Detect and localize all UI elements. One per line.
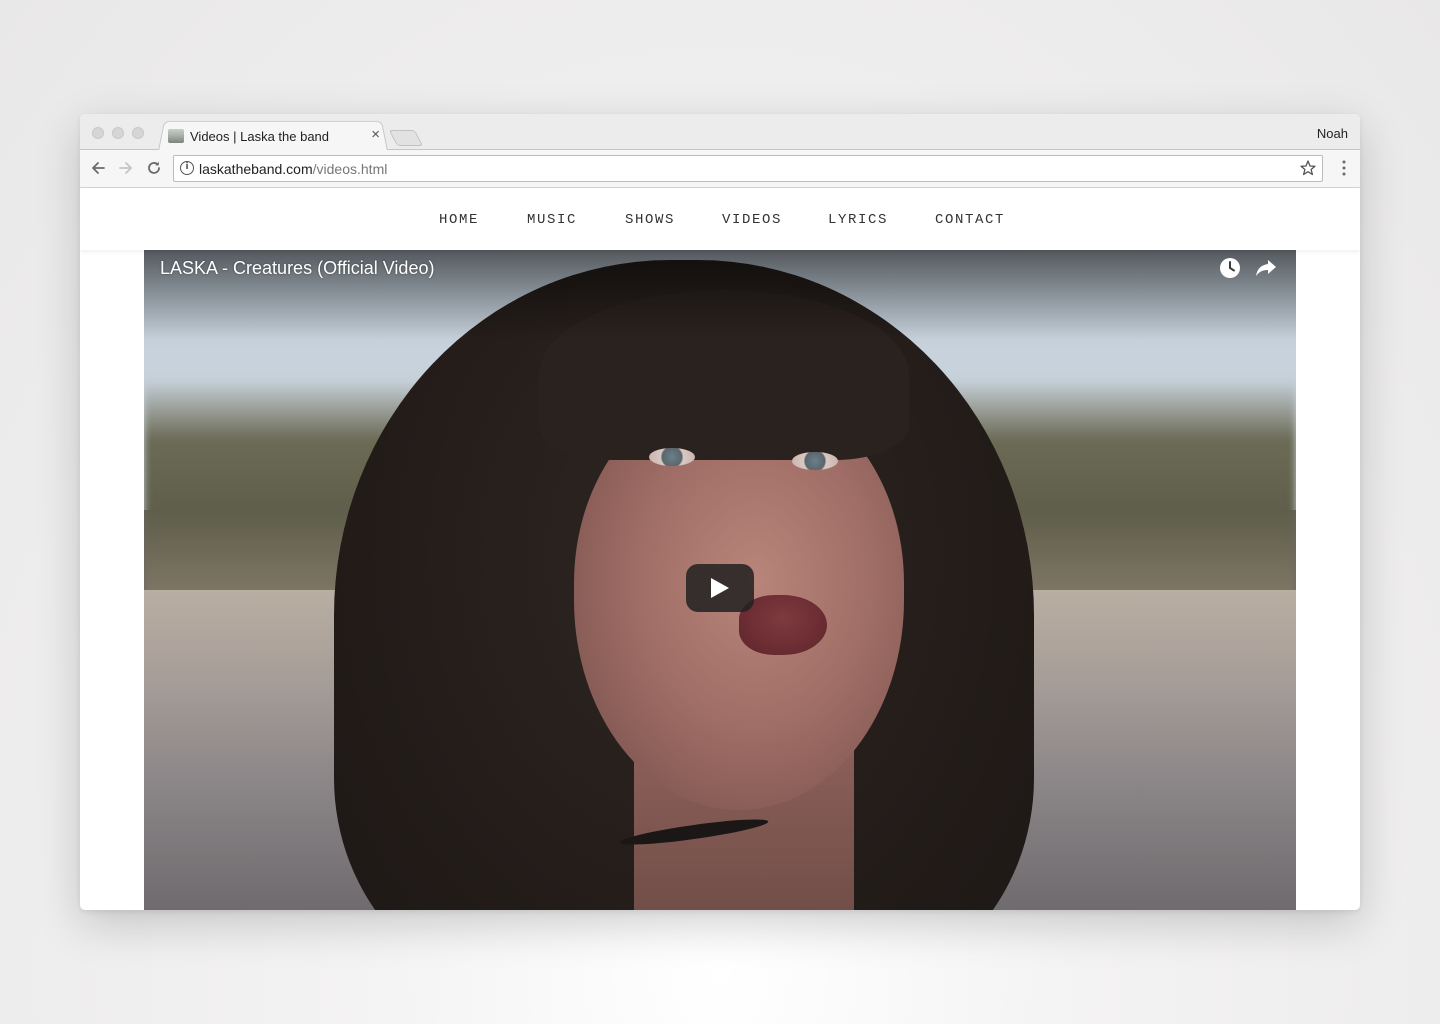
- url-path: /videos.html: [312, 161, 388, 177]
- zoom-window-button[interactable]: [132, 127, 144, 139]
- url-host: laskatheband.com: [199, 161, 313, 177]
- nav-contact[interactable]: CONTACT: [935, 212, 1005, 228]
- bookmark-star-icon[interactable]: [1299, 159, 1317, 177]
- play-icon: [711, 578, 729, 598]
- browser-toolbar: i laskatheband.com/videos.html: [80, 150, 1360, 188]
- nav-videos[interactable]: VIDEOS: [722, 212, 782, 228]
- watch-later-icon[interactable]: [1218, 256, 1242, 280]
- video-frame-right-eye: [792, 452, 838, 470]
- band-photo-favicon: [168, 129, 184, 143]
- menu-dots-icon[interactable]: [1342, 160, 1346, 176]
- close-window-button[interactable]: [92, 127, 104, 139]
- video-frame-left-eye: [649, 448, 695, 466]
- forward-arrow-icon[interactable]: [117, 159, 135, 177]
- site-navigation: HOME MUSIC SHOWS VIDEOS LYRICS CONTACT: [80, 188, 1360, 250]
- back-arrow-icon[interactable]: [89, 159, 107, 177]
- nav-music[interactable]: MUSIC: [527, 212, 577, 228]
- address-bar[interactable]: i laskatheband.com/videos.html: [173, 155, 1323, 182]
- play-button[interactable]: [686, 564, 754, 612]
- tab-close-icon[interactable]: ×: [371, 127, 380, 143]
- reload-icon[interactable]: [145, 159, 163, 177]
- browser-tab-content[interactable]: Videos | Laska the band ×: [168, 122, 380, 150]
- minimize-window-button[interactable]: [112, 127, 124, 139]
- video-title[interactable]: LASKA - Creatures (Official Video): [160, 258, 434, 279]
- info-icon[interactable]: i: [180, 161, 194, 175]
- nav-shows[interactable]: SHOWS: [625, 212, 675, 228]
- share-icon[interactable]: [1254, 256, 1278, 280]
- tab-strip: Videos | Laska the band × Noah: [80, 114, 1360, 151]
- nav-lyrics[interactable]: LYRICS: [828, 212, 888, 228]
- new-tab-button[interactable]: [388, 130, 424, 146]
- tab-title: Videos | Laska the band: [190, 129, 330, 144]
- url-text[interactable]: laskatheband.com/videos.html: [199, 161, 387, 177]
- nav-home[interactable]: HOME: [439, 212, 479, 228]
- profile-name[interactable]: Noah: [1317, 126, 1348, 141]
- video-player[interactable]: LASKA - Creatures (Official Video): [144, 250, 1296, 910]
- browser-window: Videos | Laska the band × Noah i laskath…: [80, 114, 1360, 910]
